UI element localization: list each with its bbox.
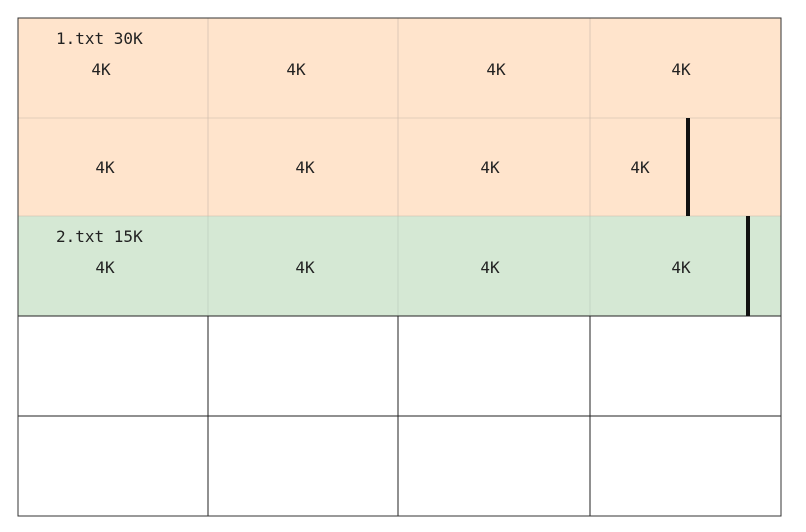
block-size-label: 4K bbox=[480, 258, 500, 277]
file-label: 1.txt 30K bbox=[56, 29, 143, 48]
row-background bbox=[18, 316, 781, 416]
block-size-label: 4K bbox=[295, 258, 315, 277]
row-background bbox=[18, 118, 781, 216]
file-label: 2.txt 15K bbox=[56, 227, 143, 246]
block-size-label: 4K bbox=[295, 158, 315, 177]
block-size-label: 4K bbox=[91, 60, 111, 79]
block-diagram: 1.txt 30K 4K 4K 4K 4K 4K 4K 4K 4K 2.txt 15K 4K 4K 4K… bbox=[17, 17, 782, 517]
block-size-label: 4K bbox=[286, 60, 306, 79]
block-size-label: 4K bbox=[95, 258, 115, 277]
block-size-label: 4K bbox=[480, 158, 500, 177]
block-size-label: 4K bbox=[95, 158, 115, 177]
block-size-label: 4K bbox=[486, 60, 506, 79]
block-size-label: 4K bbox=[630, 158, 650, 177]
row-background bbox=[18, 416, 781, 516]
block-size-label: 4K bbox=[671, 258, 691, 277]
block-size-label: 4K bbox=[671, 60, 691, 79]
row-fills bbox=[18, 18, 781, 516]
